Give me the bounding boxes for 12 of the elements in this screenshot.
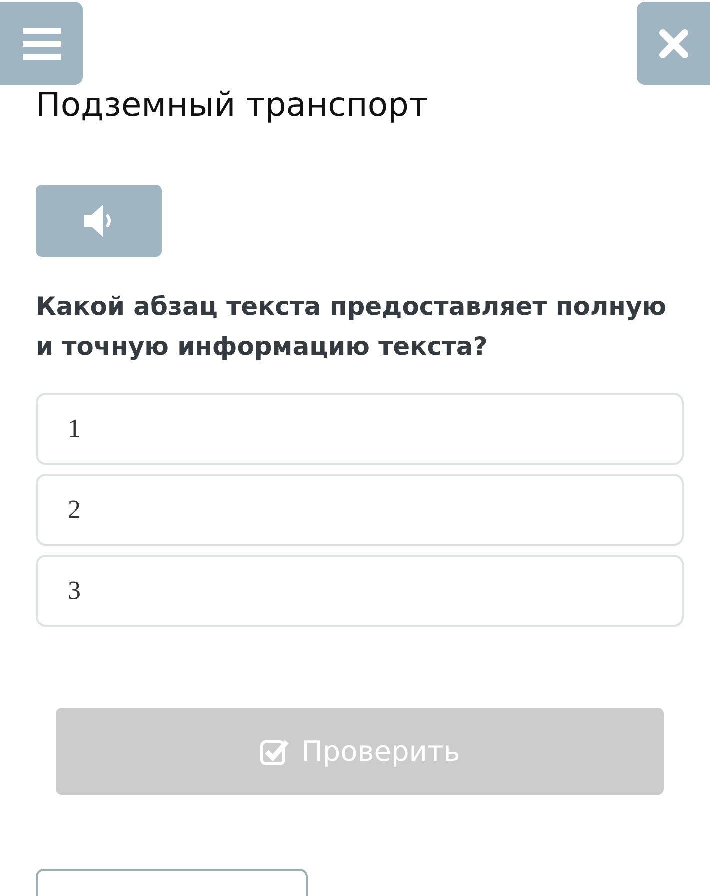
- checkbox-icon: [260, 738, 290, 766]
- answer-option[interactable]: 2: [36, 474, 684, 546]
- question-text: Какой абзац текста предоставляет полную и точную информацию текста?: [36, 291, 668, 363]
- menu-icon: [22, 28, 60, 60]
- speaker-icon: [84, 204, 114, 238]
- close-icon: [658, 28, 688, 58]
- menu-button[interactable]: [0, 2, 83, 85]
- audio-button[interactable]: [36, 185, 162, 257]
- page-title: Подземный транспорт: [36, 85, 430, 125]
- close-button[interactable]: [637, 2, 710, 85]
- answer-option[interactable]: 3: [36, 555, 684, 627]
- answer-option[interactable]: 1: [36, 393, 684, 465]
